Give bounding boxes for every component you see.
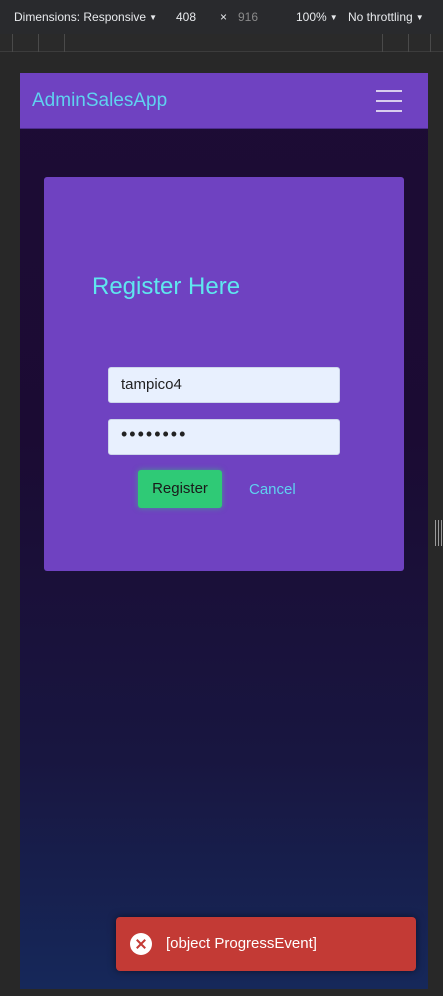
media-query-ruler[interactable] bbox=[0, 34, 443, 52]
resize-handle[interactable] bbox=[435, 520, 442, 546]
password-input[interactable]: •••••••• bbox=[108, 419, 340, 455]
ruler-tick bbox=[430, 34, 431, 52]
ruler-tick bbox=[64, 34, 65, 52]
dropdown-arrow-icon: ▼ bbox=[149, 13, 157, 22]
brand-link[interactable]: AdminSalesApp bbox=[32, 90, 167, 112]
cancel-link[interactable]: Cancel bbox=[249, 481, 296, 498]
register-button[interactable]: Register bbox=[138, 470, 222, 508]
register-card: Register Here tampico4 •••••••• Register… bbox=[44, 177, 404, 571]
throttling-dropdown[interactable]: No throttling ▼ bbox=[348, 10, 424, 24]
ruler-tick bbox=[382, 34, 383, 52]
devtools-toolbar: Dimensions: Responsive ▼ 408 × 916 100% ▼ … bbox=[0, 0, 443, 34]
error-circle-icon bbox=[130, 933, 152, 955]
zoom-dropdown[interactable]: 100% ▼ bbox=[296, 10, 338, 24]
dimensions-dropdown[interactable]: Dimensions: Responsive ▼ bbox=[14, 10, 157, 24]
hamburger-menu-icon[interactable] bbox=[376, 90, 402, 112]
username-input[interactable]: tampico4 bbox=[108, 367, 340, 403]
ruler-tick bbox=[12, 34, 13, 52]
times-sign: × bbox=[220, 10, 228, 24]
navbar: AdminSalesApp bbox=[20, 73, 428, 129]
ruler-tick bbox=[408, 34, 409, 52]
dropdown-arrow-icon: ▼ bbox=[329, 13, 338, 22]
toast-message: [object ProgressEvent] bbox=[166, 935, 317, 952]
throttling-label: No throttling bbox=[348, 10, 413, 24]
page-title: Register Here bbox=[92, 273, 241, 300]
width-input[interactable]: 408 bbox=[176, 10, 196, 24]
height-input[interactable]: 916 bbox=[238, 10, 258, 24]
zoom-label: 100% bbox=[296, 10, 327, 24]
ruler-tick bbox=[38, 34, 39, 52]
dimensions-label: Dimensions: Responsive bbox=[14, 10, 147, 24]
error-toast[interactable]: [object ProgressEvent] bbox=[116, 917, 416, 971]
dropdown-arrow-icon: ▼ bbox=[415, 13, 424, 22]
device-viewport: AdminSalesApp Register Here tampico4 •••… bbox=[20, 73, 428, 989]
